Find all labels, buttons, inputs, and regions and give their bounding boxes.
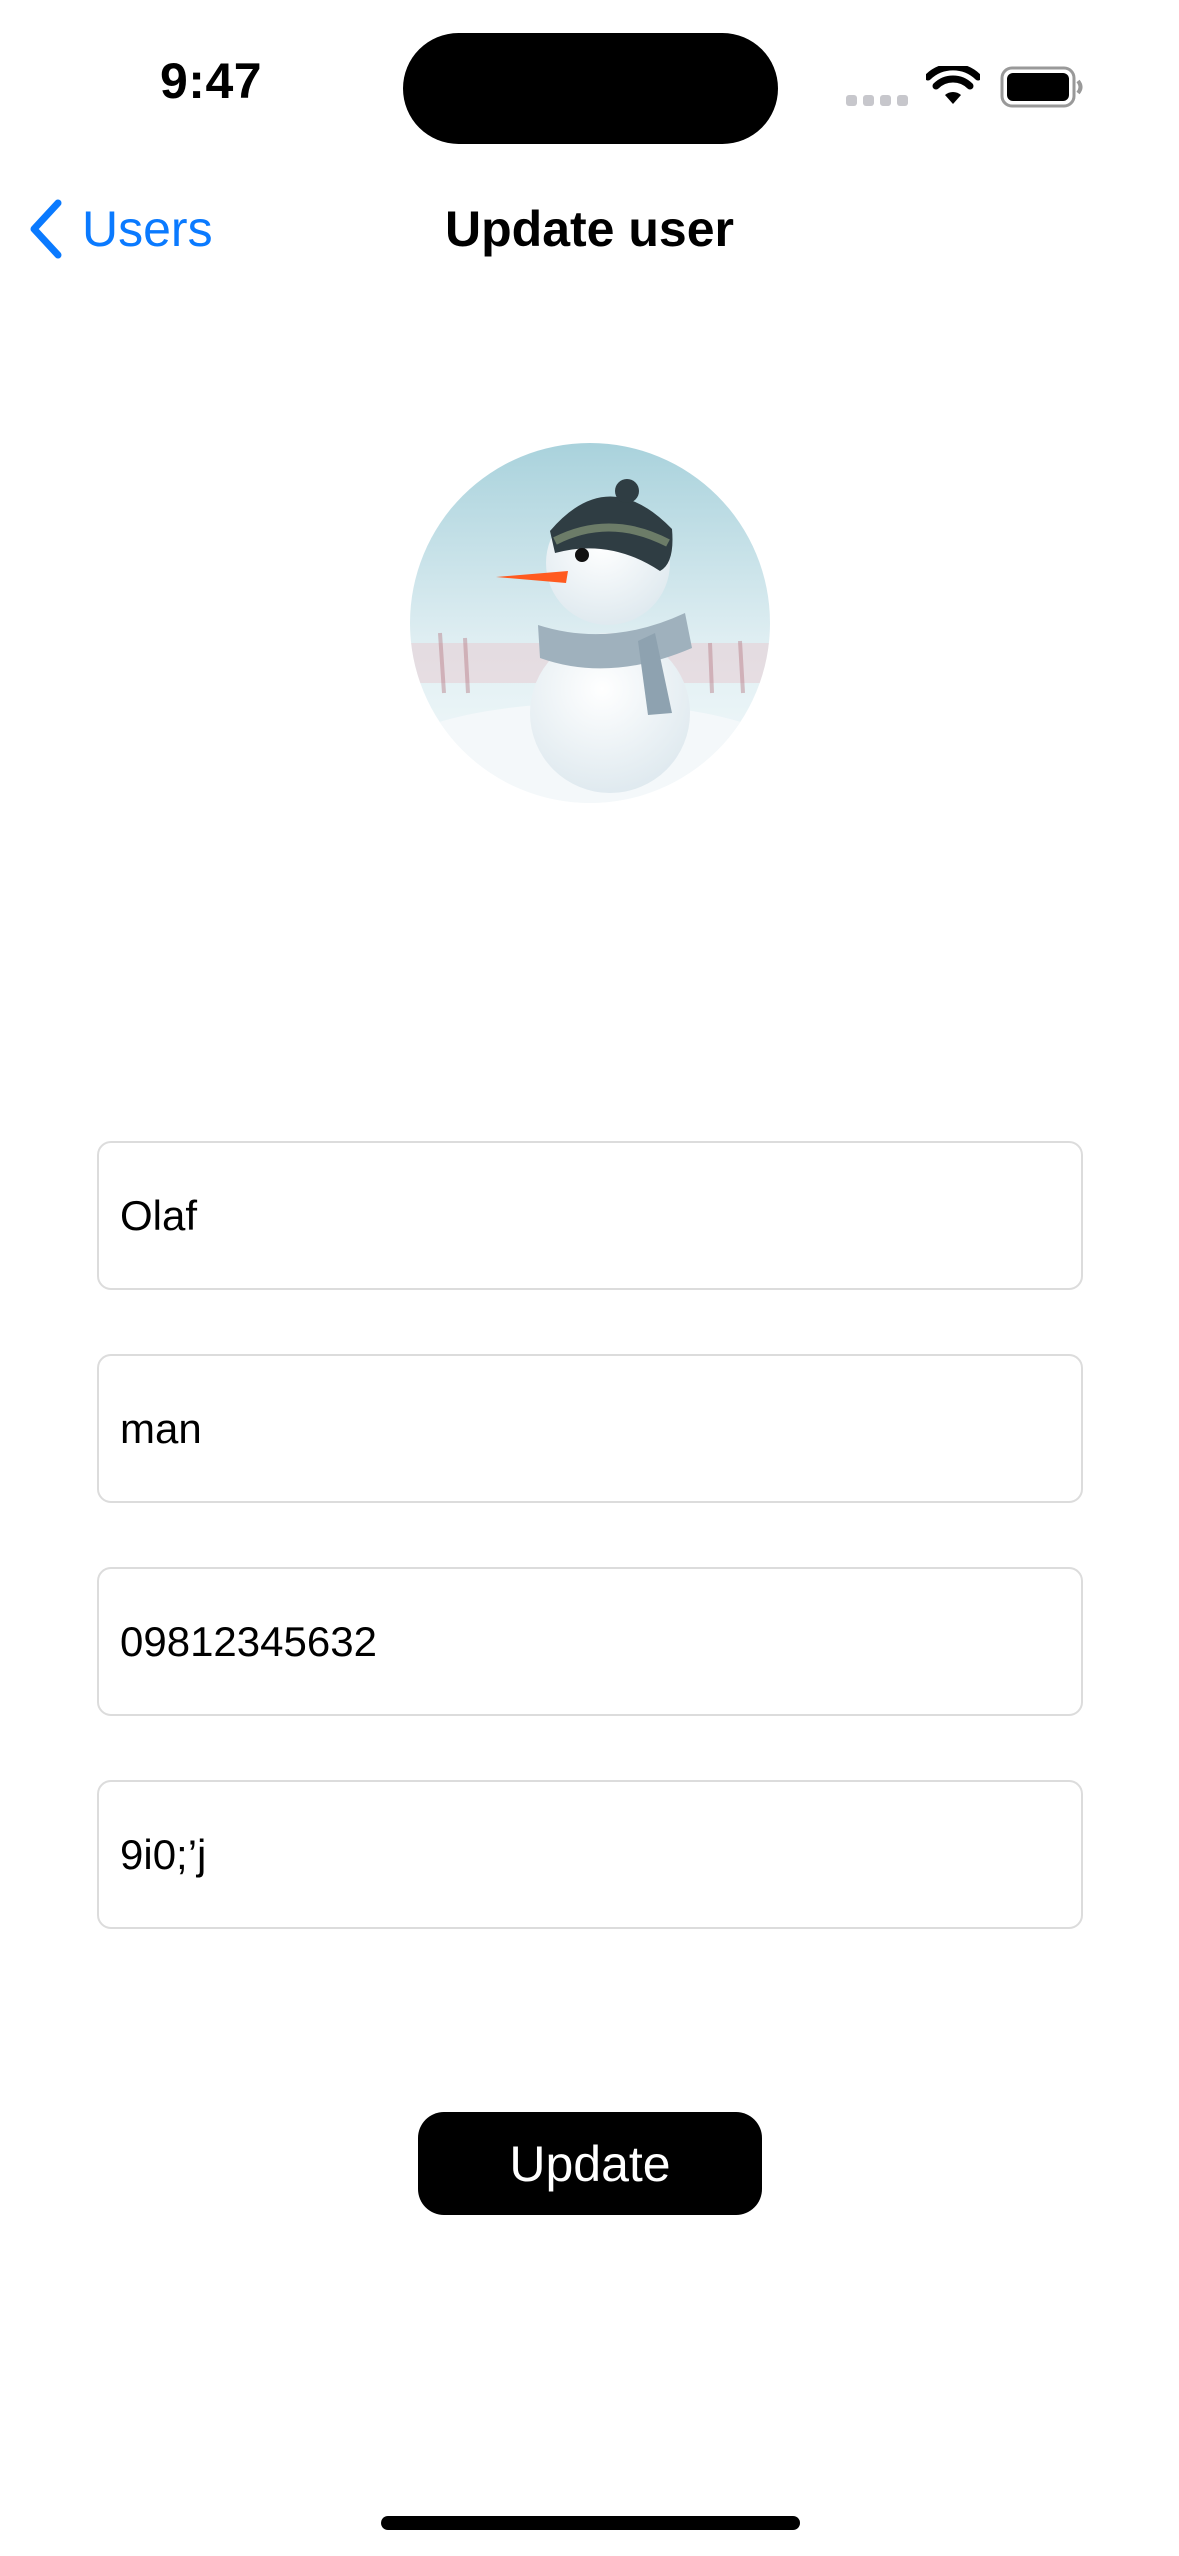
- name-field[interactable]: [97, 1141, 1083, 1290]
- chevron-left-icon: [30, 199, 62, 259]
- status-time: 9:47: [160, 53, 263, 109]
- name-input[interactable]: [120, 1191, 1060, 1240]
- back-label: Users: [82, 201, 213, 257]
- text-field[interactable]: [97, 1780, 1083, 1929]
- update-button[interactable]: Update: [418, 2112, 762, 2215]
- snowman-photo: [410, 443, 770, 803]
- gender-field[interactable]: [97, 1354, 1083, 1503]
- battery-icon: [1000, 66, 1083, 108]
- gender-input[interactable]: [120, 1404, 1060, 1453]
- cellular-signal-icon: [846, 95, 908, 106]
- wifi-icon: [926, 66, 980, 104]
- dynamic-island: [403, 33, 778, 144]
- home-indicator: [381, 2516, 800, 2530]
- back-button[interactable]: Users: [26, 196, 213, 262]
- avatar[interactable]: [410, 443, 770, 803]
- phone-field[interactable]: [97, 1567, 1083, 1716]
- text-input[interactable]: [120, 1830, 1060, 1879]
- phone-input[interactable]: [120, 1617, 1060, 1666]
